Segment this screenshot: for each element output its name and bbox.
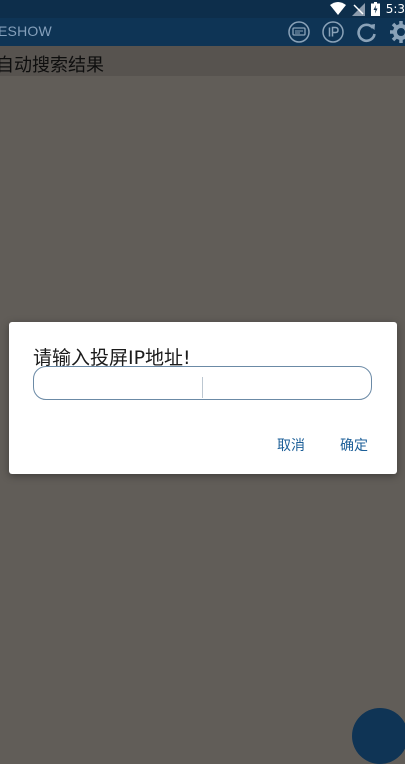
battery-icon — [370, 2, 380, 16]
refresh-icon — [357, 23, 376, 43]
status-icons: 5:3 — [329, 0, 405, 18]
clock: 5:3 — [385, 2, 405, 16]
app-toolbar: ESHOW — [0, 18, 405, 46]
section-title: 自动搜索结果 — [0, 55, 104, 76]
ip-address-input[interactable] — [33, 366, 372, 400]
signal-icon — [351, 2, 365, 16]
ip-dialog: 请输入投屏IP地址! 取消 确定 — [9, 322, 397, 474]
cancel-button[interactable]: 取消 — [277, 435, 305, 455]
text-cursor — [202, 377, 203, 398]
floating-action-button[interactable] — [352, 708, 405, 764]
cast-button[interactable] — [287, 20, 311, 44]
ip-icon — [322, 21, 344, 43]
settings-icon — [390, 21, 405, 43]
ip-button[interactable] — [321, 20, 345, 44]
settings-button[interactable] — [389, 20, 405, 44]
app-title: ESHOW — [0, 23, 52, 39]
wifi-icon — [329, 2, 346, 15]
confirm-button[interactable]: 确定 — [340, 435, 368, 455]
section-header: 自动搜索结果 — [0, 46, 405, 76]
cast-icon — [288, 21, 310, 43]
refresh-button[interactable] — [355, 20, 379, 44]
status-bar: 5:3 — [0, 0, 405, 18]
toolbar-actions — [287, 20, 405, 44]
